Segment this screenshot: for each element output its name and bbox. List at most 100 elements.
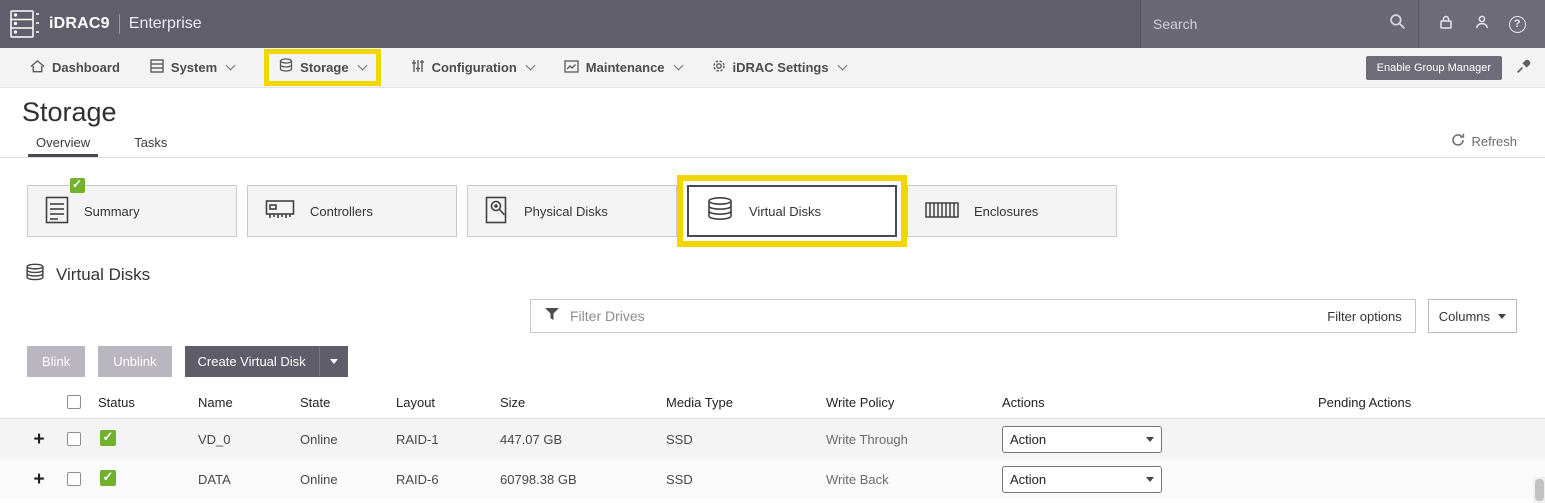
card-enclosures[interactable]: Enclosures — [907, 185, 1117, 237]
chevron-down-icon — [673, 61, 683, 71]
virtual-disks-icon — [706, 196, 734, 227]
gear-icon — [712, 59, 726, 76]
funnel-icon — [544, 307, 560, 326]
top-icon-group: ? — [1418, 0, 1545, 48]
controllers-icon — [265, 197, 295, 225]
nav-item-maintenance[interactable]: Maintenance — [564, 60, 682, 76]
nav-label: Configuration — [432, 60, 517, 75]
refresh-icon — [1451, 133, 1465, 150]
cell-media-type: SSD — [666, 472, 826, 487]
search-icon[interactable] — [1389, 13, 1406, 35]
sliders-icon — [411, 59, 425, 76]
user-icon[interactable] — [1474, 14, 1490, 35]
caret-down-icon — [330, 359, 338, 364]
action-select-wrap: Action — [1002, 466, 1162, 493]
row-checkbox[interactable] — [67, 472, 81, 486]
cell-state: Online — [300, 472, 396, 487]
row-checkbox[interactable] — [67, 432, 81, 446]
action-select-wrap: Action — [1002, 426, 1162, 453]
nav-label: System — [171, 60, 217, 75]
vd-toolbar: Blink Unblink Create Virtual Disk — [27, 346, 1545, 377]
idrac-logo-icon — [10, 10, 40, 38]
chevron-down-icon — [357, 61, 367, 71]
brand-name: iDRAC9 — [49, 15, 110, 33]
card-label: Virtual Disks — [749, 204, 821, 219]
summary-icon — [45, 196, 69, 227]
tabs-row: Overview Tasks Refresh — [0, 128, 1545, 158]
caret-area[interactable] — [320, 359, 348, 364]
filter-drives-input[interactable] — [570, 308, 1317, 324]
filter-options-link[interactable]: Filter options — [1327, 309, 1401, 324]
card-physical-disks[interactable]: Physical Disks — [467, 185, 677, 237]
nav-label: Storage — [300, 60, 348, 75]
lock-icon[interactable] — [1438, 14, 1454, 35]
action-select[interactable]: Action — [1002, 426, 1162, 453]
nav-item-dashboard[interactable]: Dashboard — [30, 59, 120, 77]
create-virtual-disk-button[interactable]: Create Virtual Disk — [185, 346, 348, 377]
chevron-down-icon — [837, 61, 847, 71]
col-header-state: State — [300, 395, 396, 410]
storage-highlight-box: Storage — [264, 49, 380, 86]
pin-icon[interactable] — [1516, 59, 1531, 77]
home-icon — [30, 59, 45, 77]
page-title: Storage — [22, 96, 1545, 128]
cell-size: 60798.38 GB — [500, 472, 666, 487]
col-header-actions: Actions — [1002, 395, 1318, 410]
enable-group-manager-button[interactable]: Enable Group Manager — [1366, 56, 1502, 80]
maintenance-icon — [564, 60, 579, 76]
refresh-button[interactable]: Refresh — [1451, 133, 1517, 157]
select-all-checkbox[interactable] — [67, 395, 81, 409]
blink-button[interactable]: Blink — [27, 346, 85, 377]
filter-row: Filter options Columns — [0, 299, 1545, 333]
col-header-status: Status — [98, 395, 198, 410]
cell-state: Online — [300, 432, 396, 447]
col-header-write-policy: Write Policy — [826, 395, 1002, 410]
table-row: + DATA Online RAID-6 60798.38 GB SSD Wri… — [0, 459, 1545, 499]
action-select[interactable]: Action — [1002, 466, 1162, 493]
physical-disks-icon — [485, 196, 509, 227]
caret-down-icon — [1498, 314, 1506, 319]
cell-size: 447.07 GB — [500, 432, 666, 447]
chevron-down-icon — [525, 61, 535, 71]
brand: iDRAC9 Enterprise — [0, 0, 1140, 48]
nav-item-idrac-settings[interactable]: iDRAC Settings — [712, 59, 846, 76]
col-header-layout: Layout — [396, 395, 500, 410]
section-title: Virtual Disks — [25, 264, 1545, 286]
brand-divider — [119, 14, 120, 34]
virtual-disks-icon — [25, 263, 45, 288]
tab-overview[interactable]: Overview — [28, 129, 98, 157]
card-summary[interactable]: Summary — [27, 185, 237, 237]
table-header-row: Status Name State Layout Size Media Type… — [0, 386, 1545, 419]
unblink-button[interactable]: Unblink — [98, 346, 171, 377]
filter-box: Filter options — [530, 299, 1416, 333]
create-virtual-disk-label: Create Virtual Disk — [185, 354, 319, 369]
card-label: Controllers — [310, 204, 373, 219]
nav-label: Maintenance — [586, 60, 665, 75]
refresh-label: Refresh — [1471, 134, 1517, 149]
section-title-label: Virtual Disks — [56, 265, 150, 285]
expand-row-button[interactable]: + — [24, 470, 54, 489]
top-header-bar: iDRAC9 Enterprise ? — [0, 0, 1545, 48]
card-controllers[interactable]: Controllers — [247, 185, 457, 237]
cell-name: DATA — [198, 472, 300, 487]
green-check-badge-icon — [70, 178, 85, 193]
columns-dropdown-button[interactable]: Columns — [1428, 299, 1517, 333]
nav-item-configuration[interactable]: Configuration — [411, 59, 534, 76]
nav-item-system[interactable]: System — [150, 59, 234, 76]
expand-row-button[interactable]: + — [24, 430, 54, 449]
main-navbar: Dashboard System Storage — [0, 48, 1545, 88]
tab-tasks[interactable]: Tasks — [126, 129, 175, 157]
server-icon — [150, 59, 164, 76]
nav-right-group: Enable Group Manager — [1366, 56, 1531, 80]
nav-label: iDRAC Settings — [733, 60, 829, 75]
card-virtual-disks[interactable]: Virtual Disks — [687, 185, 897, 237]
brand-edition: Enterprise — [129, 15, 202, 33]
scrollbar-thumb[interactable] — [1535, 479, 1544, 501]
col-header-media-type: Media Type — [666, 395, 826, 410]
help-icon[interactable]: ? — [1509, 16, 1526, 33]
search-input[interactable] — [1153, 16, 1381, 32]
status-ok-icon — [100, 470, 116, 486]
nav-item-storage[interactable]: Storage — [279, 58, 365, 77]
cell-write-policy: Write Through — [826, 432, 1002, 447]
cell-name: VD_0 — [198, 432, 300, 447]
